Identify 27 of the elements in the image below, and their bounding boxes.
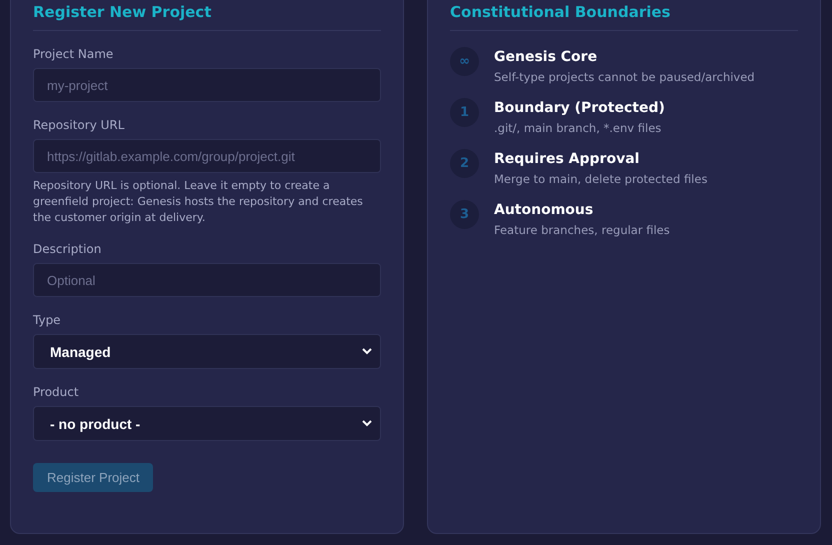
help-text: Repository URL is optional. Leave it empty to create a greenfield project: Genesis hosts the repository and creates the customer origin at delivery. <box>33 178 364 226</box>
boundary-title: Genesis Core <box>494 49 598 65</box>
boundary-description: Feature branches, regular files <box>494 223 670 237</box>
field-label: Type <box>33 313 62 327</box>
boundary-description: .git/, main branch, *.env files <box>494 121 662 135</box>
dropdown[interactable]: - no product - <box>33 406 381 441</box>
level-marker: 1 <box>450 98 479 127</box>
boundary-description: Merge to main, delete protected files <box>494 172 708 186</box>
field-label: Product <box>33 385 80 399</box>
panel-title: Constitutional Boundaries <box>450 3 798 31</box>
chevron-down-icon <box>362 420 372 427</box>
input-field[interactable]: Optional <box>33 263 381 297</box>
field-label: Description <box>33 242 102 256</box>
boundary-title: Requires Approval <box>494 151 640 167</box>
level-marker: 2 <box>450 149 479 178</box>
level-marker: ∞ <box>450 47 479 76</box>
boundary-title: Boundary (Protected) <box>494 100 665 116</box>
field-label: Project Name <box>33 47 114 61</box>
boundary-title: Autonomous <box>494 202 594 218</box>
boundary-description: Self-type projects cannot be paused/archived <box>494 70 755 84</box>
input-field[interactable]: https://gitlab.example.com/group/project.git <box>33 139 381 173</box>
field-label: Repository URL <box>33 118 126 132</box>
level-marker: 3 <box>450 200 479 229</box>
panel-title: Register New Project <box>33 3 381 31</box>
input-field[interactable]: my-project <box>33 68 381 102</box>
chevron-down-icon <box>362 348 372 355</box>
dropdown[interactable]: Managed <box>33 334 381 369</box>
